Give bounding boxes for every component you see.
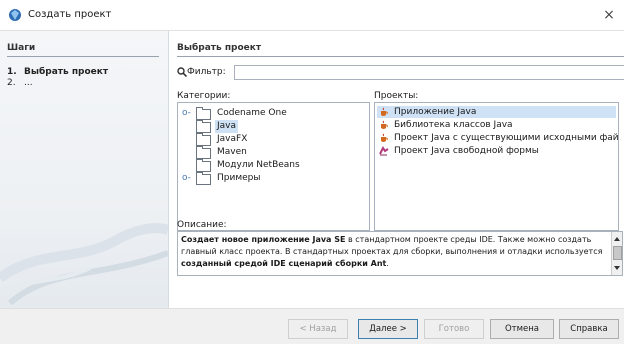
description-text-2: . (386, 259, 389, 268)
step-number: 2. (7, 78, 16, 88)
steps-header: Шаги (7, 43, 159, 57)
expand-icon[interactable]: o- (182, 107, 191, 120)
folder-icon (196, 133, 211, 146)
java-cup-icon (381, 120, 388, 129)
tree-item-label: Maven (217, 147, 247, 157)
back-button[interactable]: < Назад (288, 319, 348, 339)
folder-icon (196, 146, 211, 159)
finish-button[interactable]: Готово (424, 319, 484, 339)
step-label: Выбрать проект (24, 67, 109, 77)
window-title: Создать проект (28, 9, 112, 20)
project-item-java-application[interactable]: Приложение Java (377, 106, 616, 118)
folder-icon (196, 159, 211, 172)
steps-panel: Шаги 1. Выбрать проект 2.... (0, 31, 169, 308)
scroll-down-icon[interactable] (612, 263, 622, 273)
description-text-area: Создает новое приложение Java SE в станд… (177, 231, 623, 276)
filter-input[interactable] (234, 65, 624, 80)
cancel-button[interactable]: Отмена (490, 319, 554, 339)
step-item-1: 1. Выбрать проект (7, 67, 108, 77)
next-button[interactable]: Далее > (358, 319, 418, 339)
projects-list[interactable]: Приложение Java Библиотека классов Java … (374, 102, 619, 231)
help-button[interactable]: Справка (559, 319, 619, 339)
tree-item-label: Примеры (217, 173, 261, 183)
project-item-label: Проект Java свободной формы (394, 146, 539, 156)
description-bold-2: созданный средой IDE сценарий сборки Ant (181, 259, 387, 268)
tree-item-label: Модули NetBeans (217, 160, 300, 170)
main-header: Выбрать проект (177, 43, 624, 57)
title-bar: Создать проект × (0, 0, 624, 31)
close-button[interactable]: × (594, 0, 624, 30)
categories-tree[interactable]: o- Codename One Java JavaFX Maven Модули… (177, 102, 370, 231)
search-icon (177, 67, 187, 77)
project-item-label: Проект Java с существующими исходными фа… (394, 133, 619, 143)
expand-icon[interactable]: o- (182, 172, 191, 185)
filter-label: Фильтр: (187, 67, 226, 77)
tree-item-label: Codename One (217, 108, 287, 118)
project-item-label: Библиотека классов Java (394, 120, 513, 130)
java-cup-icon (381, 133, 388, 142)
folder-icon (196, 172, 211, 185)
scroll-up-icon[interactable] (612, 234, 622, 244)
decorative-wave-graphic (0, 223, 168, 306)
tree-item-label: Java (215, 120, 239, 133)
button-bar: < Назад Далее > Готово Отмена Справка (0, 308, 624, 344)
tree-item-label: JavaFX (217, 134, 248, 144)
project-item-label: Приложение Java (394, 107, 477, 117)
projects-label: Проекты: (374, 91, 419, 101)
description-label: Описание: (177, 220, 227, 230)
step-item-2: 2.... (7, 78, 33, 88)
description-scrollbar[interactable] (611, 232, 622, 275)
step-label: ... (24, 78, 33, 88)
freeform-project-icon (379, 146, 389, 156)
main-panel: Выбрать проект Фильтр: Категории: Проект… (169, 31, 624, 308)
categories-label: Категории: (177, 91, 231, 101)
step-number: 1. (7, 67, 17, 77)
description-bold-1: Создает новое приложение Java SE (181, 235, 346, 244)
scroll-thumb[interactable] (613, 246, 622, 260)
folder-icon (196, 107, 211, 120)
folder-icon (196, 120, 211, 133)
java-cup-icon (381, 107, 388, 116)
netbeans-app-icon (9, 9, 21, 21)
